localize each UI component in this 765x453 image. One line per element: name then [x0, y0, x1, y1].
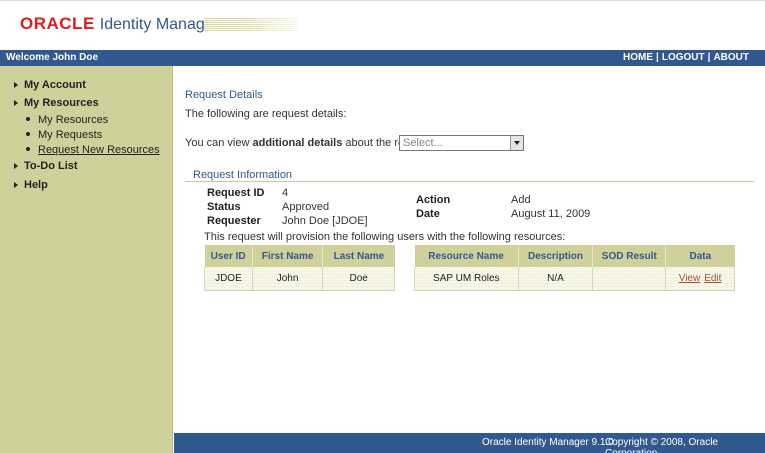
- table-header-row: User ID First Name Last Name: [204, 245, 395, 267]
- triangle-right-icon: [14, 182, 18, 188]
- view-link[interactable]: View: [679, 273, 701, 284]
- footer-copyright: Copyright © 2008, Oracle Corporation.: [605, 437, 718, 453]
- oracle-identity-manager-logo: ORACLE Identity Manager: [20, 13, 219, 34]
- page-title: Request Details: [185, 89, 263, 101]
- details-prefix: You can view: [185, 137, 253, 149]
- sidebar-subitem-label: Request New Resources: [38, 144, 160, 156]
- app-header: ORACLE Identity Manager: [0, 0, 765, 50]
- sidebar-subitem-my-resources[interactable]: My Resources: [26, 114, 108, 126]
- section-divider: [185, 181, 754, 182]
- page-description: The following are request details:: [185, 108, 347, 120]
- status-value: Approved: [282, 201, 330, 213]
- cell-data: View Edit: [665, 267, 735, 291]
- home-link[interactable]: HOME: [623, 52, 653, 63]
- cell-first-name: John: [252, 267, 324, 291]
- column-header-description: Description: [518, 245, 594, 267]
- oracle-logo-text: ORACLE: [20, 14, 95, 33]
- column-header-resource-name: Resource Name: [414, 245, 519, 267]
- date-value: August 11, 2009: [511, 208, 591, 220]
- request-id-label: Request ID: [207, 187, 265, 199]
- sidebar-subitem-request-new-resources[interactable]: Request New Resources: [26, 144, 160, 156]
- chevron-down-icon[interactable]: [510, 136, 523, 150]
- bullet-icon: [26, 117, 30, 121]
- resources-table: Resource Name Description SOD Result Dat…: [414, 245, 735, 291]
- welcome-text: Welcome John Doe: [6, 52, 99, 63]
- users-table: User ID First Name Last Name JDOE John D…: [204, 245, 395, 291]
- column-header-user-id: User ID: [204, 245, 253, 267]
- triangle-right-icon: [14, 100, 18, 106]
- about-link[interactable]: ABOUT: [713, 52, 749, 63]
- sidebar-item-label: Help: [24, 179, 48, 191]
- action-label: Action: [416, 194, 451, 206]
- main-content: Request Details The following are reques…: [174, 66, 765, 433]
- sidebar-subitem-label: My Requests: [38, 129, 103, 141]
- section-title: Request Information: [193, 169, 293, 181]
- status-label: Status: [207, 201, 241, 213]
- link-separator: |: [656, 52, 659, 63]
- sidebar-subitem-label: My Resources: [38, 114, 109, 126]
- request-id-value: 4: [282, 187, 289, 199]
- date-label: Date: [416, 208, 440, 220]
- provision-text: This request will provision the followin…: [204, 231, 566, 243]
- sidebar-item-label: To-Do List: [24, 160, 78, 172]
- table-row: SAP UM Roles N/A View Edit: [414, 267, 735, 291]
- cell-sod-result: [592, 267, 667, 291]
- top-links: HOME | LOGOUT | ABOUT: [623, 52, 749, 63]
- table-row: JDOE John Doe: [204, 267, 395, 291]
- requester-label: Requester: [207, 215, 261, 227]
- triangle-right-icon: [14, 163, 18, 169]
- sidebar-item-my-resources[interactable]: My Resources: [14, 97, 99, 109]
- footer: Oracle Identity Manager 9.1.0 Copyright …: [174, 433, 765, 453]
- bullet-icon: [26, 147, 30, 151]
- edit-link[interactable]: Edit: [704, 273, 721, 284]
- cell-user-id: JDOE: [204, 267, 253, 291]
- sidebar-item-help[interactable]: Help: [14, 179, 48, 191]
- sidebar-subitem-my-requests[interactable]: My Requests: [26, 129, 102, 141]
- sidebar-item-label: My Resources: [24, 97, 99, 109]
- table-header-row: Resource Name Description SOD Result Dat…: [414, 245, 735, 267]
- sidebar-item-label: My Account: [24, 79, 86, 91]
- column-header-sod-result: SOD Result: [592, 245, 667, 267]
- action-value: Add: [511, 194, 531, 206]
- link-separator: |: [707, 52, 711, 63]
- product-name: Identity Manager: [99, 16, 219, 33]
- cell-last-name: Doe: [322, 267, 395, 291]
- cell-description: N/A: [518, 267, 594, 291]
- column-header-data: Data: [665, 245, 735, 267]
- logout-link[interactable]: LOGOUT: [662, 52, 705, 63]
- sidebar: My Account My Resources My Resources My …: [0, 66, 173, 453]
- logo-stripes-decoration: [204, 18, 298, 32]
- footer-product-version: Oracle Identity Manager 9.1.0: [482, 437, 614, 448]
- additional-details-prompt: You can view additional details about th…: [185, 137, 434, 149]
- details-bold: additional details: [252, 137, 343, 149]
- triangle-right-icon: [14, 82, 18, 88]
- sidebar-item-my-account[interactable]: My Account: [14, 79, 86, 91]
- top-bar: Welcome John Doe HOME | LOGOUT | ABOUT: [0, 50, 765, 66]
- additional-details-select[interactable]: Select...: [399, 135, 524, 151]
- column-header-last-name: Last Name: [322, 245, 395, 267]
- column-header-first-name: First Name: [252, 245, 324, 267]
- requester-value: John Doe [JDOE]: [282, 215, 368, 227]
- select-value: Select...: [403, 137, 443, 149]
- cell-resource-name: SAP UM Roles: [414, 267, 519, 291]
- sidebar-item-todo-list[interactable]: To-Do List: [14, 160, 78, 172]
- bullet-icon: [26, 132, 30, 136]
